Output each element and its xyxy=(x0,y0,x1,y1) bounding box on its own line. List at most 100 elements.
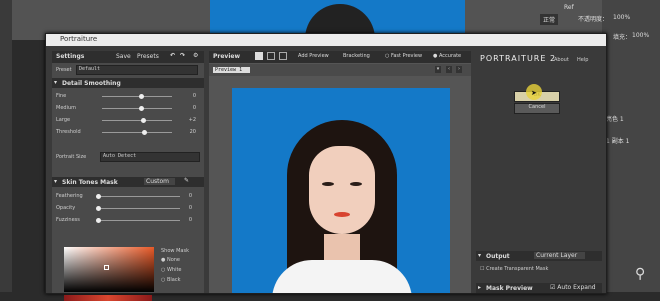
output-header[interactable]: ▾ Output Current Layer xyxy=(476,251,602,261)
layer-item[interactable]: 亮色 1 xyxy=(606,114,624,123)
preset-select[interactable]: Default xyxy=(76,65,198,75)
expand-icon[interactable]: ▸ xyxy=(478,284,481,291)
hue-slider[interactable] xyxy=(64,295,152,301)
detail-slider[interactable] xyxy=(102,118,172,123)
portraiture-window: Portraiture Settings Save Presets ↶ ↷ ⚙ … xyxy=(45,33,607,301)
mask-option-radio[interactable]: ● None xyxy=(161,257,180,263)
accurate-label: Accurate xyxy=(438,53,462,59)
side-by-side-icon[interactable] xyxy=(279,52,287,60)
collapse-icon[interactable]: ▾ xyxy=(478,252,481,259)
mask-mode-select[interactable]: Custom xyxy=(144,178,175,185)
about-link[interactable]: About xyxy=(554,57,569,63)
presets-button[interactable]: Presets xyxy=(137,53,159,60)
split-view-icon[interactable] xyxy=(267,52,275,60)
mask-slider[interactable] xyxy=(96,206,180,211)
help-link[interactable]: Help xyxy=(577,57,588,63)
ps-toolbar xyxy=(0,0,12,292)
preview-image[interactable] xyxy=(232,88,450,293)
mask-slider[interactable] xyxy=(96,194,180,199)
slider-value[interactable]: 0 xyxy=(180,105,196,111)
collapse-icon[interactable]: ▾ xyxy=(54,178,57,185)
create-mask-checkbox[interactable]: ☐ Create Transparent Mask xyxy=(480,266,548,272)
fast-preview-radio[interactable]: ○ Fast Preview xyxy=(385,53,422,59)
mask-slider-row: Opacity 0 xyxy=(52,203,204,213)
detail-slider[interactable] xyxy=(102,106,172,111)
detail-slider[interactable] xyxy=(102,94,172,99)
gear-icon[interactable]: ⚙ xyxy=(193,52,198,59)
fill-label: 填充： xyxy=(613,34,632,41)
mask-option-label: Black xyxy=(166,277,181,283)
slider-value[interactable]: +2 xyxy=(180,117,196,123)
color-picker-cursor[interactable] xyxy=(104,265,109,270)
mask-preview-label: Mask Preview xyxy=(486,285,533,292)
detail-smoothing-header[interactable]: ▾ Detail Smoothing xyxy=(52,78,204,88)
shirt-shape xyxy=(272,260,412,293)
window-titlebar[interactable]: Portraiture xyxy=(46,34,606,46)
skin-mask-title: Skin Tones Mask xyxy=(62,179,118,186)
slider-knob[interactable] xyxy=(140,118,146,123)
settings-title: Settings xyxy=(56,53,85,60)
settings-header: Settings Save Presets ↶ ↷ ⚙ xyxy=(52,51,204,63)
mask-slider-row: Fuzziness 0 xyxy=(52,215,204,225)
layer-item[interactable]: 1 副本 1 xyxy=(606,136,629,145)
accurate-radio[interactable]: ● Accurate xyxy=(433,53,461,59)
slider-label: Fine xyxy=(56,93,67,99)
add-preview-button[interactable]: Add Preview xyxy=(298,53,329,59)
bracketing-button[interactable]: Bracketing xyxy=(343,53,370,59)
search-icon[interactable]: ⚲ xyxy=(635,266,655,286)
single-view-icon[interactable] xyxy=(255,52,263,60)
detail-slider-row: Fine 0 xyxy=(52,91,204,101)
slider-knob[interactable] xyxy=(96,206,101,211)
detail-smoothing-title: Detail Smoothing xyxy=(62,80,121,87)
mask-slider-value[interactable]: 0 xyxy=(182,217,192,223)
detail-slider-row: Threshold 20 xyxy=(52,127,204,137)
color-picker[interactable] xyxy=(64,247,154,292)
preview-tabs-bar: Preview 1 ▾ ‹ › xyxy=(209,64,471,76)
eyedropper-icon[interactable]: ✎ xyxy=(184,177,189,184)
slider-value[interactable]: 0 xyxy=(180,93,196,99)
undo-icon[interactable]: ↶ xyxy=(170,52,175,59)
mask-option-radio[interactable]: ○ White xyxy=(161,267,182,273)
detail-slider[interactable] xyxy=(102,130,172,135)
opacity-label: 不透明度： xyxy=(578,16,609,23)
tab-prev-icon[interactable]: ‹ xyxy=(446,66,452,73)
skin-mask-header[interactable]: ▾ Skin Tones Mask Custom ✎ xyxy=(52,177,204,187)
detail-slider-row: Medium 0 xyxy=(52,103,204,113)
left-eye xyxy=(322,182,334,186)
detail-slider-row: Large +2 xyxy=(52,115,204,125)
slider-value[interactable]: 20 xyxy=(180,129,196,135)
ps-right-panel xyxy=(602,0,660,292)
tab-next-icon[interactable]: › xyxy=(456,66,462,73)
slider-knob[interactable] xyxy=(138,106,144,111)
mask-slider-value[interactable]: 0 xyxy=(182,193,192,199)
fill-value[interactable]: 100% xyxy=(632,32,649,39)
slider-knob[interactable] xyxy=(96,194,101,199)
slider-knob[interactable] xyxy=(138,94,144,99)
output-select[interactable]: Current Layer xyxy=(534,252,586,259)
settings-panel: Settings Save Presets ↶ ↷ ⚙ Preset Defau… xyxy=(52,51,204,301)
tab-dropdown-icon[interactable]: ▾ xyxy=(435,66,441,73)
ps-ref-label: Ref xyxy=(564,4,574,11)
right-panel: PORTRAITURE 2 About Help OK ➤ Cancel ▾ O… xyxy=(476,51,606,293)
mask-slider-value[interactable]: 0 xyxy=(182,205,192,211)
auto-expand-checkbox[interactable]: ☑ Auto Expand xyxy=(550,284,596,291)
slider-knob[interactable] xyxy=(96,218,101,223)
opacity-value[interactable]: 100% xyxy=(613,14,630,21)
preview-panel: Preview Add Preview Bracketing ○ Fast Pr… xyxy=(209,51,471,293)
mask-slider-label: Feathering xyxy=(56,193,83,199)
portrait-size-select[interactable]: Auto Detect xyxy=(100,152,200,162)
lips xyxy=(334,212,350,217)
right-eye xyxy=(350,182,362,186)
slider-knob[interactable] xyxy=(142,130,147,135)
redo-icon[interactable]: ↷ xyxy=(180,52,185,59)
save-button[interactable]: Save xyxy=(116,53,131,60)
collapse-icon[interactable]: ▾ xyxy=(54,79,57,86)
cancel-button[interactable]: Cancel xyxy=(514,103,560,114)
mask-option-radio[interactable]: ○ Black xyxy=(161,277,180,283)
portraiture-logo: PORTRAITURE 2 xyxy=(480,54,557,63)
create-mask-label: Create Transparent Mask xyxy=(486,266,549,272)
blend-mode-select[interactable]: 正常 xyxy=(540,14,559,25)
tab-preview-1[interactable]: Preview 1 xyxy=(213,67,251,73)
show-mask-label: Show Mask xyxy=(161,248,189,254)
mask-slider[interactable] xyxy=(96,218,180,223)
